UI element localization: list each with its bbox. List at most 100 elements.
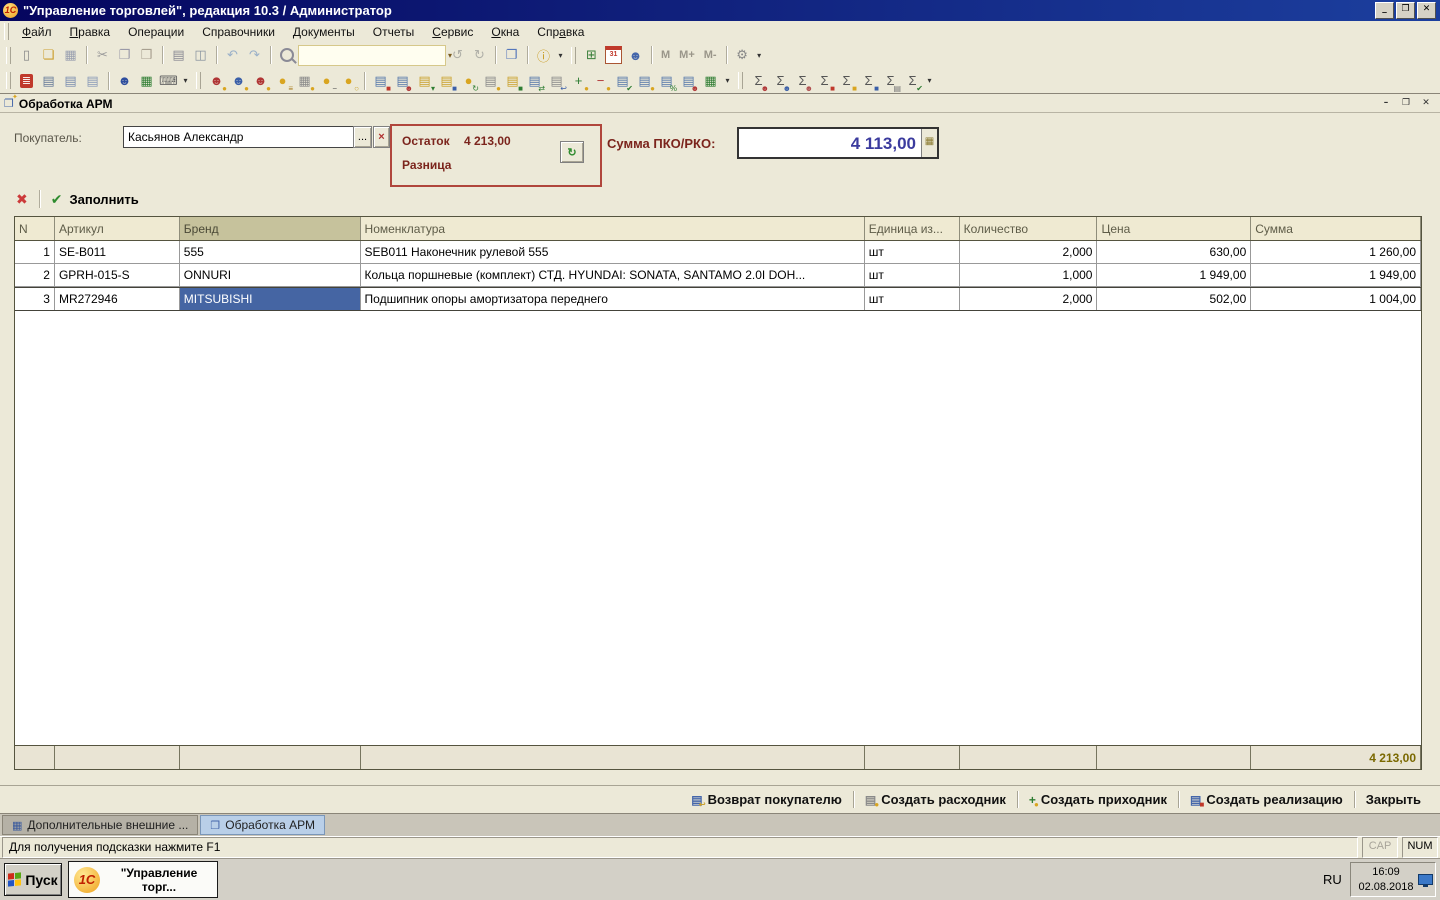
buyer-lookup-button[interactable]: ...	[353, 126, 372, 148]
create-income-button[interactable]: +●Создать приходник	[1020, 790, 1176, 809]
window-tab-external-processings[interactable]: ▦Дополнительные внешние ...	[2, 815, 198, 835]
new-sale-document-icon[interactable]: ▤■	[370, 71, 391, 91]
menu-item-help[interactable]: Справка	[528, 23, 593, 41]
cell-sum[interactable]: 1 949,00	[1251, 264, 1421, 286]
close-button[interactable]: ✕	[1417, 2, 1436, 19]
sum-pko-rko-value[interactable]: 4 113,00	[739, 129, 921, 157]
create-sale-button[interactable]: ▤■Создать реализацию	[1181, 790, 1352, 809]
cell-sum[interactable]: 1 004,00	[1251, 288, 1421, 310]
report-purchases-icon[interactable]: Σ☻	[770, 71, 791, 91]
table-row[interactable]: 3MR272946MITSUBISHIПодшипник опоры аморт…	[15, 287, 1421, 311]
cash-balance-icon[interactable]: ●≡	[272, 71, 293, 91]
menu-item-reports[interactable]: Отчеты	[364, 23, 423, 41]
print-receipt-icon[interactable]: ▤	[82, 71, 103, 91]
cell-unit[interactable]: шт	[865, 241, 960, 263]
new-document-icon[interactable]: ▯	[16, 45, 37, 65]
delete-row-icon[interactable]: ✖	[16, 191, 28, 208]
documents-dropdown-arrow[interactable]: ▾	[722, 76, 733, 85]
incoming-payment-icon[interactable]: ▤▾	[414, 71, 435, 91]
cell-nomenclature[interactable]: Подшипник опоры амортизатора переднего	[361, 288, 865, 310]
report-orders-icon[interactable]: Σ■	[858, 71, 879, 91]
buyer-order-icon[interactable]: ▤☻	[392, 71, 413, 91]
column-header-nomenclature[interactable]: Номенклатура	[361, 217, 865, 240]
cell-n[interactable]: 3	[15, 288, 55, 310]
column-header-unit[interactable]: Единица из...	[865, 217, 960, 240]
money-transfer-icon[interactable]: ●↻	[458, 71, 479, 91]
table-empty-area[interactable]	[15, 311, 1421, 745]
cell-quantity[interactable]: 2,000	[960, 241, 1098, 263]
cell-price[interactable]: 1 949,00	[1097, 264, 1251, 286]
cash-register-dropdown-arrow[interactable]: ▾	[180, 76, 191, 85]
bank-balance-icon[interactable]: ▦●	[294, 71, 315, 91]
info-dropdown-arrow[interactable]: ▾	[555, 51, 566, 60]
counterparties-icon[interactable]: ☻	[114, 71, 135, 91]
coins-icon[interactable]: ●○	[338, 71, 359, 91]
print-document-icon[interactable]: ▤	[38, 71, 59, 91]
minimize-button[interactable]: _	[1375, 2, 1394, 19]
mdi-minimize-button[interactable]: –	[1378, 97, 1394, 110]
window-tab-arm-processing[interactable]: ❐Обработка АРМ	[200, 815, 325, 835]
search-icon[interactable]	[276, 45, 297, 65]
payment-document-icon[interactable]: ▤●	[480, 71, 501, 91]
cell-n[interactable]: 1	[15, 241, 55, 263]
outgoing-payment-icon[interactable]: ▤■	[436, 71, 457, 91]
cell-n[interactable]: 2	[15, 264, 55, 286]
calendar-icon[interactable]: 31	[603, 45, 624, 65]
copy-icon[interactable]: ❐	[114, 45, 135, 65]
mdi-close-button[interactable]: ✕	[1418, 97, 1434, 110]
history-forward-icon[interactable]: ↻	[469, 45, 490, 65]
document-approve-icon[interactable]: ▤✔	[612, 71, 633, 91]
report-prices-icon[interactable]: Σ■	[836, 71, 857, 91]
cell-quantity[interactable]: 1,000	[960, 264, 1098, 286]
column-header-price[interactable]: Цена	[1097, 217, 1251, 240]
search-combobox-input[interactable]	[299, 47, 445, 64]
close-button[interactable]: Закрыть	[1357, 790, 1430, 809]
add-income-icon[interactable]: +●	[568, 71, 589, 91]
menu-item-windows[interactable]: Окна	[482, 23, 528, 41]
supplier-debt-icon[interactable]: ☻●	[228, 71, 249, 91]
report-clients-icon[interactable]: Σ☻	[792, 71, 813, 91]
expense-money-icon[interactable]: ●−	[316, 71, 337, 91]
cash-receipt-icon[interactable]: ▤■	[502, 71, 523, 91]
column-header-brand[interactable]: Бренд	[180, 217, 361, 240]
mdi-restore-button[interactable]: ❐	[1398, 97, 1414, 110]
column-header-n[interactable]: N	[15, 217, 55, 240]
cell-sum[interactable]: 1 260,00	[1251, 241, 1421, 263]
refresh-balance-button[interactable]: ↻	[560, 141, 584, 163]
cell-brand[interactable]: MITSUBISHI	[180, 288, 361, 310]
service-dropdown-arrow[interactable]: ▾	[754, 51, 765, 60]
tray-clock[interactable]: 16:09 02.08.2018	[1350, 862, 1436, 897]
copy-windows-icon[interactable]: ❐	[501, 45, 522, 65]
fill-button-label[interactable]: Заполнить	[69, 192, 138, 207]
fill-check-icon[interactable]: ✔	[51, 191, 63, 208]
column-header-sum[interactable]: Сумма	[1251, 217, 1421, 240]
cash-desk-icon[interactable]: ▦	[136, 71, 157, 91]
document-exchange-icon[interactable]: ▤⇄	[524, 71, 545, 91]
restore-button[interactable]: ❐	[1396, 2, 1415, 19]
memory-m-button[interactable]: M	[657, 49, 674, 61]
history-back-icon[interactable]: ↺	[447, 45, 468, 65]
info-icon[interactable]: ⓘ	[533, 45, 554, 65]
open-file-icon[interactable]: ❏	[38, 45, 59, 65]
create-expense-button[interactable]: ▤●Создать расходник	[856, 790, 1015, 809]
print-invoice-icon[interactable]: ▤	[60, 71, 81, 91]
calculator-icon[interactable]: ▦	[921, 129, 937, 157]
search-combobox[interactable]: ▾	[298, 45, 446, 66]
buyer-debt-icon[interactable]: ☻●	[206, 71, 227, 91]
cell-article[interactable]: SE-B011	[55, 241, 180, 263]
memory-minus-button[interactable]: M-	[700, 49, 721, 61]
save-icon[interactable]: ▦	[60, 45, 81, 65]
cell-brand[interactable]: 555	[180, 241, 361, 263]
report-stock-icon[interactable]: Σ■	[814, 71, 835, 91]
language-indicator[interactable]: RU	[1323, 872, 1342, 887]
taskbar-app-button[interactable]: 1С "Управление торг...	[68, 861, 218, 898]
column-header-article[interactable]: Артикул	[55, 217, 180, 240]
report-approved-icon[interactable]: Σ✔	[902, 71, 923, 91]
undo-icon[interactable]: ↶	[222, 45, 243, 65]
buyer-input[interactable]	[123, 126, 362, 148]
memory-plus-button[interactable]: M+	[675, 49, 699, 61]
service-settings-icon[interactable]: ⚙	[732, 45, 753, 65]
add-expense-icon[interactable]: −●	[590, 71, 611, 91]
return-to-buyer-button[interactable]: ▤↩Возврат покупателю	[682, 790, 851, 809]
cell-price[interactable]: 502,00	[1097, 288, 1251, 310]
